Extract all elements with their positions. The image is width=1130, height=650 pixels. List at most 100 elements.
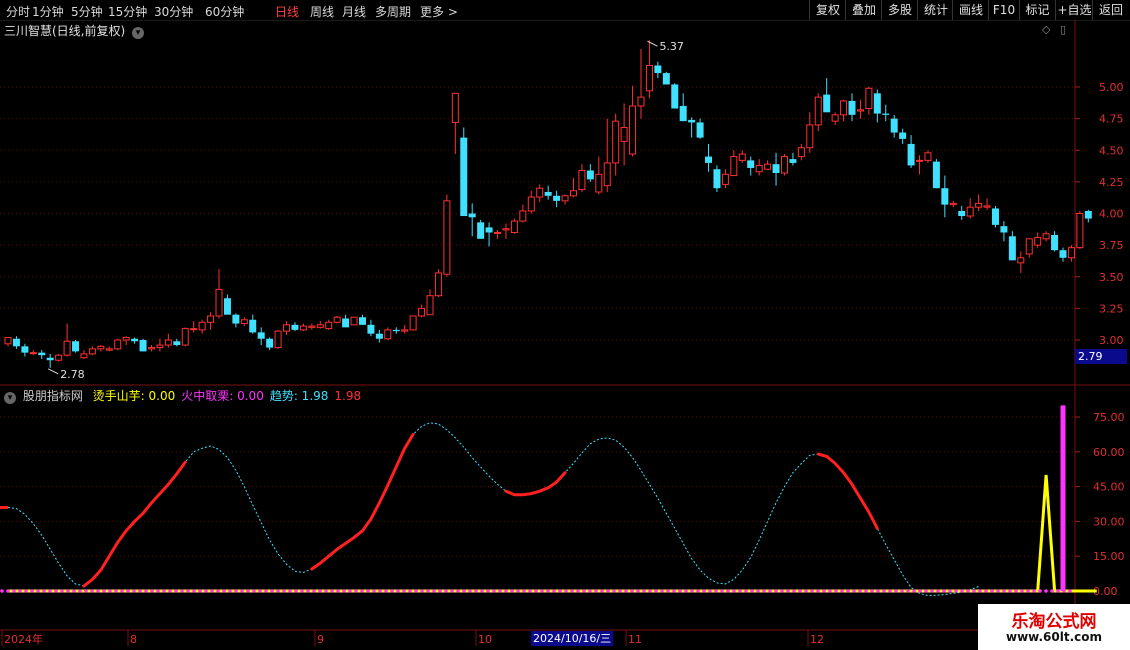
signal-baseline-dot — [642, 589, 646, 593]
signal-baseline-dot — [96, 589, 100, 593]
signal-baseline-dot — [102, 589, 106, 593]
candle-body — [1000, 226, 1008, 233]
candle-body — [392, 329, 400, 332]
candle-body — [63, 340, 71, 356]
signal-baseline-dot — [1032, 589, 1036, 593]
candle-body — [705, 156, 713, 163]
signal-baseline-dot — [780, 589, 784, 593]
signal-baseline-dot — [264, 589, 268, 593]
indicator-tick-label: 60.00 — [1093, 446, 1125, 459]
signal-baseline-dot — [168, 589, 172, 593]
signal-baseline-dot — [900, 589, 904, 593]
signal-baseline-dot — [948, 589, 952, 593]
x-axis-label: 12 — [810, 633, 824, 646]
signal-baseline-dot — [420, 589, 424, 593]
signal-baseline-dot — [366, 589, 370, 593]
signal-baseline-dot — [1014, 589, 1018, 593]
signal-baseline-dot — [300, 589, 304, 593]
candle-body — [688, 119, 696, 123]
signal-baseline-dot — [402, 589, 406, 593]
signal-baseline-dot — [354, 589, 358, 593]
signal-baseline-dot — [204, 589, 208, 593]
candle-body — [932, 161, 940, 189]
candle-body — [502, 228, 510, 231]
candle-body — [114, 339, 122, 350]
candle-body — [780, 156, 788, 174]
signal-baseline-dot — [600, 589, 604, 593]
signal-baseline-dot — [54, 589, 58, 593]
signal-baseline-dot — [558, 589, 562, 593]
candle-body — [620, 126, 628, 142]
signal-baseline-dot — [252, 589, 256, 593]
candle-body — [645, 64, 653, 92]
candle-body — [240, 319, 248, 325]
signal-baseline-dot — [648, 589, 652, 593]
candle-body — [468, 213, 476, 218]
price-tick-label: 3.00 — [1099, 334, 1124, 347]
diamond-icon[interactable]: ◇ — [1042, 23, 1050, 36]
panel-toggle-icon[interactable]: ▯ — [1060, 23, 1066, 36]
candle-body — [662, 73, 670, 85]
signal-baseline-dot — [222, 589, 226, 593]
signal-baseline-dot — [522, 589, 526, 593]
candle-body — [730, 156, 738, 177]
trend-line-rising — [504, 471, 567, 497]
signal-baseline-dot — [288, 589, 292, 593]
candle-body — [806, 124, 814, 149]
signal-baseline-dot — [360, 589, 364, 593]
chevron-down-icon[interactable]: ▾ — [4, 392, 16, 404]
signal-baseline-dot — [996, 589, 1000, 593]
signal-baseline-dot — [108, 589, 112, 593]
candle-body — [97, 345, 105, 350]
signal-baseline-dot — [6, 589, 10, 593]
signal-baseline-dot — [12, 589, 16, 593]
signal-baseline-dot — [414, 589, 418, 593]
signal-baseline-dot — [792, 589, 796, 593]
signal-baseline-dot — [1038, 589, 1042, 593]
signal-baseline-dot — [546, 589, 550, 593]
signal-baseline-dot — [240, 589, 244, 593]
signal-baseline-dot — [450, 589, 454, 593]
candle-body — [696, 122, 704, 138]
signal-baseline-dot — [966, 589, 970, 593]
candle-body — [358, 317, 366, 325]
indicator-value-2: 趋势: 1.98 — [269, 389, 329, 403]
signal-baseline-dot — [24, 589, 28, 593]
signal-baseline-dot — [942, 589, 946, 593]
candle-body — [873, 93, 881, 114]
candle-body — [679, 105, 687, 122]
signal-baseline-dot — [654, 589, 658, 593]
candle-body — [510, 220, 518, 233]
candle-body — [291, 324, 299, 330]
signal-baseline-dot — [684, 589, 688, 593]
candle-body — [603, 162, 611, 187]
chevron-down-icon[interactable]: ▾ — [132, 27, 145, 39]
candle-body — [553, 195, 561, 201]
signal-baseline-dot — [768, 589, 772, 593]
chestnut-signal-bar — [1060, 405, 1066, 591]
signal-baseline-dot — [462, 589, 466, 593]
candle-body — [418, 307, 426, 317]
signal-baseline-dot — [576, 589, 580, 593]
candle-body — [578, 169, 586, 190]
signal-baseline-dot — [540, 589, 544, 593]
signal-baseline-dot — [978, 589, 982, 593]
signal-baseline-dot — [480, 589, 484, 593]
signal-baseline-dot — [852, 589, 856, 593]
signal-baseline-dot — [1044, 589, 1048, 593]
current-price-tag: 2.79 — [1075, 349, 1127, 364]
signal-baseline-dot — [732, 589, 736, 593]
signal-baseline-dot — [786, 589, 790, 593]
candle-body — [561, 195, 569, 202]
signal-baseline-dot — [1026, 589, 1030, 593]
candle-body — [308, 325, 316, 328]
signal-baseline-dot — [1020, 589, 1024, 593]
candle-body — [595, 173, 603, 193]
candle-body — [207, 315, 215, 323]
signal-baseline-dot — [432, 589, 436, 593]
signal-baseline-dot — [162, 589, 166, 593]
candle-body — [325, 321, 333, 330]
candle-body — [451, 92, 459, 123]
signal-baseline-dot — [954, 589, 958, 593]
signal-baseline-dot — [270, 589, 274, 593]
